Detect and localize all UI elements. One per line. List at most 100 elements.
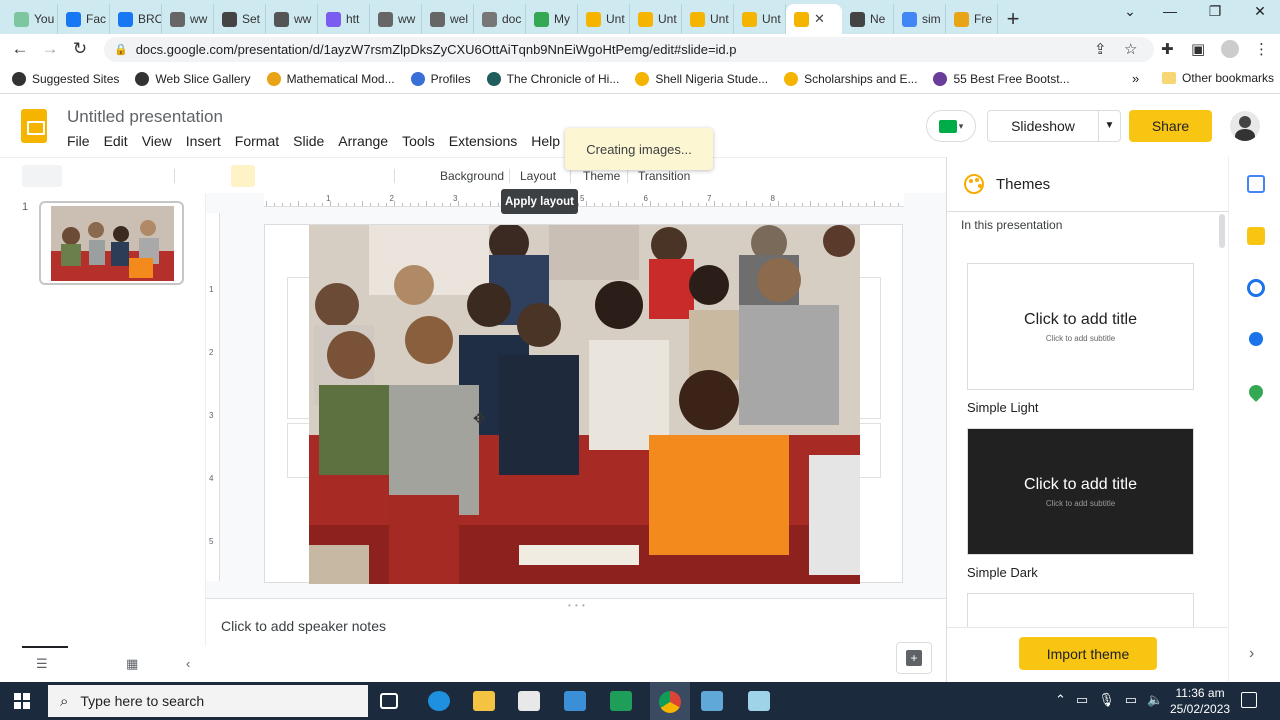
- browser-tab[interactable]: BRC: [110, 4, 162, 34]
- address-bar[interactable]: 🔒 docs.google.com/presentation/d/1ayzW7r…: [104, 37, 1154, 62]
- taskbar-search-box[interactable]: ⌕ Type here to search: [48, 685, 368, 717]
- browser-tab[interactable]: ww: [266, 4, 318, 34]
- keep-icon[interactable]: [1247, 227, 1265, 245]
- chrome-taskbar-button[interactable]: [650, 682, 690, 720]
- volume-icon[interactable]: 🔈: [1147, 692, 1163, 708]
- bookmark-star-icon[interactable]: ☆: [1124, 40, 1137, 58]
- extensions-icon[interactable]: ✚: [1161, 40, 1174, 58]
- menu-item-edit[interactable]: Edit: [104, 133, 128, 149]
- menu-item-arrange[interactable]: Arrange: [338, 133, 388, 149]
- maps-icon[interactable]: [1246, 382, 1266, 402]
- browser-tab[interactable]: ww: [370, 4, 422, 34]
- browser-tab[interactable]: Fre: [946, 4, 998, 34]
- minimize-button[interactable]: —: [1150, 3, 1190, 19]
- bookmark-item[interactable]: Shell Nigeria Stude...: [635, 71, 768, 86]
- slides-logo-icon[interactable]: [21, 109, 47, 143]
- bookmark-item[interactable]: 55 Best Free Bootst...: [933, 71, 1070, 86]
- speaker-notes-placeholder[interactable]: Click to add speaker notes: [221, 618, 386, 634]
- share-page-icon[interactable]: ⇪: [1094, 40, 1107, 58]
- slide-photo[interactable]: [309, 225, 860, 584]
- speaker-notes-panel[interactable]: • • • Click to add speaker notes: [206, 598, 946, 682]
- background-button[interactable]: Background: [440, 169, 504, 183]
- menu-item-format[interactable]: Format: [235, 133, 279, 149]
- slide-canvas[interactable]: [264, 224, 903, 584]
- slideshow-button[interactable]: Slideshow ▼: [987, 110, 1121, 142]
- browser-tab[interactable]: sim: [894, 4, 946, 34]
- side-panel-icon[interactable]: ▣: [1191, 40, 1205, 58]
- filmstrip-view-icon[interactable]: ☰: [36, 656, 48, 672]
- browser-tab[interactable]: Unt: [578, 4, 630, 34]
- reload-button[interactable]: ↻: [65, 39, 95, 59]
- themes-scrollbar[interactable]: [1219, 214, 1225, 248]
- menu-item-file[interactable]: File: [67, 133, 90, 149]
- menu-item-extensions[interactable]: Extensions: [449, 133, 517, 149]
- more-bookmarks-button[interactable]: »: [1132, 71, 1139, 86]
- new-tab-button[interactable]: +: [998, 4, 1028, 34]
- remote-desktop-icon[interactable]: [701, 691, 723, 711]
- browser-menu-icon[interactable]: ⋮: [1254, 40, 1269, 58]
- layout-button[interactable]: Layout: [520, 169, 556, 183]
- tab-active[interactable]: ✕: [786, 4, 842, 34]
- notes-action-button[interactable]: +: [896, 642, 932, 674]
- contacts-icon[interactable]: [1249, 332, 1263, 346]
- browser-tab[interactable]: doc: [474, 4, 526, 34]
- browser-tab[interactable]: Unt: [630, 4, 682, 34]
- theme-card[interactable]: Click to add title Click to add subtitle: [967, 428, 1194, 555]
- taskbar-clock[interactable]: 11:36 am 25/02/2023: [1170, 685, 1230, 717]
- meet-button[interactable]: ▾: [926, 110, 976, 142]
- notepad-icon[interactable]: [748, 691, 770, 711]
- transition-button[interactable]: Transition: [638, 169, 690, 183]
- windows-start-icon[interactable]: [14, 693, 30, 709]
- share-button[interactable]: Share: [1129, 110, 1212, 142]
- app-icon[interactable]: [610, 691, 632, 711]
- browser-tab[interactable]: Unt: [682, 4, 734, 34]
- bookmark-item[interactable]: Scholarships and E...: [784, 71, 917, 86]
- edge-icon[interactable]: [428, 691, 450, 711]
- bookmark-item[interactable]: Suggested Sites: [12, 71, 119, 86]
- browser-tab[interactable]: Unt: [734, 4, 786, 34]
- close-tab-icon[interactable]: ✕: [814, 11, 825, 27]
- menu-item-view[interactable]: View: [142, 133, 172, 149]
- bookmark-item[interactable]: The Chronicle of Hi...: [486, 71, 619, 86]
- menu-item-insert[interactable]: Insert: [186, 133, 221, 149]
- bookmark-item[interactable]: Web Slice Gallery: [135, 71, 251, 86]
- browser-tab[interactable]: htt: [318, 4, 370, 34]
- bookmark-item[interactable]: Mathematical Mod...: [266, 71, 395, 86]
- theme-button[interactable]: Theme: [583, 169, 620, 183]
- collapse-panel-icon[interactable]: ‹: [186, 656, 190, 671]
- forward-button[interactable]: →: [35, 39, 65, 59]
- menu-item-help[interactable]: Help: [531, 133, 560, 149]
- tab-search-icon[interactable]: ⌄: [1110, 3, 1150, 20]
- task-view-icon[interactable]: [380, 693, 398, 709]
- slide-thumbnail[interactable]: [39, 201, 184, 285]
- expand-panel-icon[interactable]: ›: [1249, 645, 1254, 663]
- menu-item-tools[interactable]: Tools: [402, 133, 435, 149]
- back-button[interactable]: ←: [5, 39, 35, 59]
- notification-icon[interactable]: [1241, 692, 1257, 708]
- microphone-icon[interactable]: 🎙: [1098, 692, 1115, 708]
- import-theme-button[interactable]: Import theme: [1019, 637, 1157, 670]
- calendar-icon[interactable]: [1247, 175, 1265, 193]
- file-explorer-icon[interactable]: [473, 691, 495, 711]
- browser-tab[interactable]: Ne: [842, 4, 894, 34]
- tasks-icon[interactable]: [1247, 279, 1265, 297]
- user-avatar[interactable]: [1230, 111, 1260, 141]
- resize-grip-icon[interactable]: • • •: [568, 601, 586, 610]
- browser-tab[interactable]: ww: [162, 4, 214, 34]
- other-bookmarks-folder[interactable]: Other bookmarks: [1162, 71, 1274, 85]
- theme-card[interactable]: Click to add title Click to add subtitle: [967, 263, 1194, 390]
- maximize-button[interactable]: ❐: [1195, 3, 1235, 20]
- browser-tab[interactable]: Set: [214, 4, 266, 34]
- tray-expand-icon[interactable]: ⌃: [1055, 692, 1066, 708]
- slideshow-dropdown-icon[interactable]: ▼: [1098, 111, 1120, 141]
- network-icon[interactable]: ▭: [1076, 692, 1088, 708]
- mail-icon[interactable]: [564, 691, 586, 711]
- browser-tab[interactable]: wel: [422, 4, 474, 34]
- wifi-icon[interactable]: ▭: [1125, 692, 1137, 708]
- close-window-button[interactable]: ✕: [1240, 3, 1280, 20]
- bookmark-item[interactable]: Profiles: [410, 71, 471, 86]
- store-icon[interactable]: [518, 691, 540, 711]
- document-title[interactable]: Untitled presentation: [67, 107, 223, 127]
- menu-item-slide[interactable]: Slide: [293, 133, 324, 149]
- browser-tab[interactable]: Fac: [58, 4, 110, 34]
